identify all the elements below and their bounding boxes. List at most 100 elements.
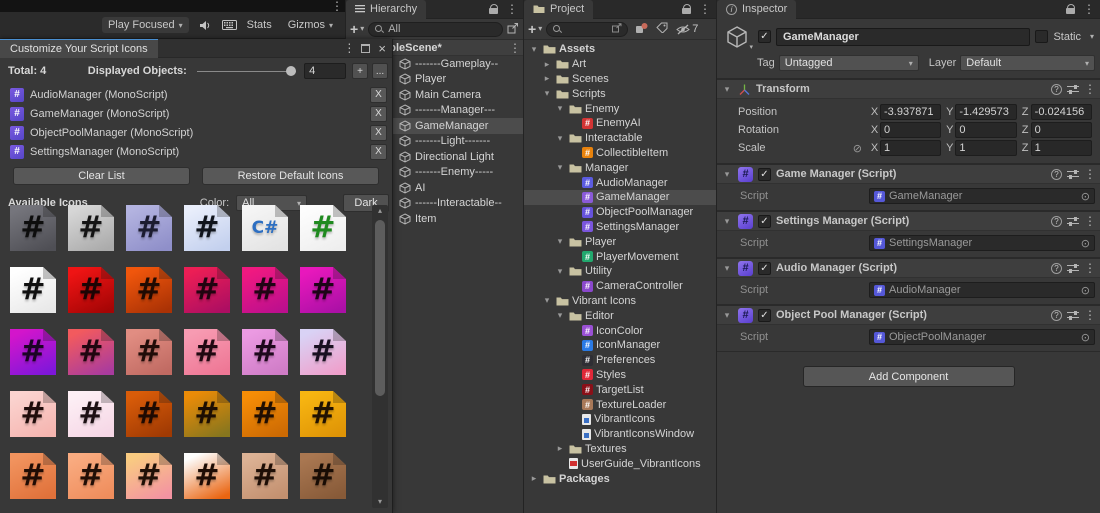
tracked-script-row[interactable]: # ObjectPoolManager (MonoScript) X bbox=[0, 123, 392, 142]
project-item[interactable]: # ObjectPoolManager bbox=[524, 205, 716, 220]
project-item[interactable]: UserGuide_VibrantIcons bbox=[524, 456, 716, 471]
vector-field-y[interactable]: -1.429573 bbox=[955, 104, 1017, 120]
script-icon-tile[interactable]: # bbox=[242, 391, 288, 437]
script-icon-tile[interactable]: # bbox=[68, 205, 114, 251]
component-menu-icon[interactable] bbox=[1084, 215, 1094, 227]
object-picker-icon[interactable] bbox=[1081, 284, 1090, 297]
project-item[interactable]: ▸ Art bbox=[524, 57, 716, 72]
hierarchy-search-input[interactable]: All bbox=[368, 21, 503, 37]
add-component-button[interactable]: Add Component bbox=[802, 366, 1015, 387]
help-icon[interactable] bbox=[1051, 262, 1062, 274]
restore-default-icons-button[interactable]: Restore Default Icons bbox=[202, 167, 379, 185]
foldout-arrow[interactable]: ▾ bbox=[554, 310, 566, 321]
object-picker-icon[interactable] bbox=[1081, 237, 1090, 250]
script-icon-tile[interactable]: # bbox=[184, 329, 230, 375]
search-by-label-icon[interactable] bbox=[656, 22, 668, 36]
project-item[interactable]: # TextureLoader bbox=[524, 397, 716, 412]
foldout-arrow[interactable]: ▸ bbox=[528, 473, 540, 484]
preset-icon[interactable] bbox=[1067, 169, 1079, 179]
lock-icon[interactable] bbox=[1065, 3, 1076, 15]
script-object-field[interactable]: # GameManager bbox=[869, 188, 1095, 204]
project-item[interactable]: # Styles bbox=[524, 368, 716, 383]
project-item[interactable]: ▾ Scripts bbox=[524, 86, 716, 101]
icon-grid-scrollbar[interactable]: ▴ ▾ bbox=[372, 205, 388, 508]
project-item[interactable]: # AudioManager bbox=[524, 175, 716, 190]
script-icon-tile[interactable]: # bbox=[10, 205, 56, 251]
gameobject-name-field[interactable]: GameManager bbox=[776, 27, 1031, 46]
foldout-arrow[interactable]: ▾ bbox=[721, 169, 733, 180]
clear-list-button[interactable]: Clear List bbox=[13, 167, 190, 185]
project-search-input[interactable] bbox=[546, 21, 629, 37]
script-icon-tile[interactable]: # bbox=[126, 391, 172, 437]
component-menu-icon[interactable] bbox=[1084, 262, 1094, 274]
script-icon-tile[interactable]: # bbox=[10, 267, 56, 313]
active-checkbox[interactable] bbox=[758, 30, 771, 43]
slider-handle[interactable] bbox=[286, 66, 297, 76]
script-icon-tile[interactable]: # bbox=[126, 453, 172, 499]
static-dropdown-icon[interactable] bbox=[1090, 32, 1094, 41]
keyboard-icon[interactable] bbox=[221, 20, 237, 30]
lock-icon[interactable] bbox=[681, 3, 692, 15]
project-item[interactable]: ▸ Packages bbox=[524, 471, 716, 486]
script-icon-tile[interactable]: # bbox=[126, 329, 172, 375]
project-item[interactable]: ▾ Manager bbox=[524, 160, 716, 175]
mute-audio-icon[interactable] bbox=[199, 20, 212, 31]
hidden-count-toggle[interactable]: 7 bbox=[676, 23, 698, 35]
remove-script-button[interactable]: X bbox=[370, 105, 387, 122]
vector-field-z[interactable]: 1 bbox=[1030, 140, 1092, 156]
component-enabled-checkbox[interactable] bbox=[758, 167, 771, 181]
preset-icon[interactable] bbox=[1067, 216, 1079, 226]
script-icon-tile[interactable]: # bbox=[68, 453, 114, 499]
tab-hierarchy[interactable]: Hierarchy bbox=[346, 0, 427, 19]
search-by-type-icon[interactable] bbox=[635, 22, 648, 37]
foldout-arrow[interactable]: ▾ bbox=[554, 266, 566, 277]
play-focused-dropdown[interactable]: Play Focused bbox=[101, 17, 189, 33]
script-icon-tile[interactable]: C# bbox=[242, 205, 288, 251]
tab-project[interactable]: Project bbox=[524, 0, 594, 19]
add-object-button[interactable]: + bbox=[350, 22, 364, 36]
project-item[interactable]: ▾ Interactable bbox=[524, 131, 716, 146]
script-icon-tile[interactable]: # bbox=[184, 391, 230, 437]
component-enabled-checkbox[interactable] bbox=[758, 214, 771, 228]
vector-field-y[interactable]: 0 bbox=[955, 122, 1017, 138]
preset-icon[interactable] bbox=[1067, 263, 1079, 273]
script-icon-tile[interactable]: # bbox=[242, 329, 288, 375]
project-item[interactable]: # TargetList bbox=[524, 382, 716, 397]
scene-menu-icon[interactable] bbox=[509, 42, 519, 54]
project-item[interactable]: # PlayerMovement bbox=[524, 249, 716, 264]
close-icon[interactable] bbox=[378, 42, 386, 55]
project-item[interactable]: # IconColor bbox=[524, 323, 716, 338]
window-menu-icon[interactable] bbox=[343, 42, 353, 54]
scroll-down-icon[interactable]: ▾ bbox=[372, 496, 388, 508]
preset-icon[interactable] bbox=[1067, 310, 1079, 320]
script-icon-tile[interactable]: # bbox=[300, 391, 346, 437]
panel-menu-icon[interactable] bbox=[1083, 3, 1093, 15]
project-item[interactable]: # EnemyAI bbox=[524, 116, 716, 131]
displayed-objects-value[interactable]: 4 bbox=[304, 63, 347, 79]
script-icon-tile[interactable]: # bbox=[184, 205, 230, 251]
game-view-menu-icon[interactable] bbox=[331, 0, 341, 12]
help-icon[interactable] bbox=[1051, 309, 1062, 321]
foldout-arrow[interactable]: ▾ bbox=[554, 103, 566, 114]
component-header[interactable]: ▾ # Game Manager (Script) bbox=[717, 164, 1100, 184]
script-icon-tile[interactable]: # bbox=[10, 391, 56, 437]
maximize-icon[interactable] bbox=[361, 43, 371, 53]
add-script-button[interactable]: + bbox=[352, 63, 369, 79]
foldout-arrow[interactable]: ▸ bbox=[541, 73, 553, 84]
object-picker-icon[interactable] bbox=[1081, 190, 1090, 203]
object-picker-icon[interactable] bbox=[1081, 331, 1090, 344]
gameobject-icon[interactable]: ▾ bbox=[723, 24, 753, 51]
script-icon-tile[interactable]: # bbox=[242, 453, 288, 499]
component-menu-icon[interactable] bbox=[1084, 309, 1094, 321]
script-icon-tile[interactable]: # bbox=[10, 329, 56, 375]
script-icon-tile[interactable]: # bbox=[300, 453, 346, 499]
project-item[interactable]: # IconManager bbox=[524, 338, 716, 353]
foldout-arrow[interactable]: ▾ bbox=[541, 88, 553, 99]
component-header[interactable]: ▾ # Settings Manager (Script) bbox=[717, 211, 1100, 231]
project-item[interactable]: ▾ Editor bbox=[524, 308, 716, 323]
remove-script-button[interactable]: X bbox=[370, 86, 387, 103]
script-icons-tab[interactable]: Customize Your Script Icons bbox=[0, 38, 158, 58]
remove-script-button[interactable]: X bbox=[370, 124, 387, 141]
foldout-arrow[interactable]: ▾ bbox=[554, 162, 566, 173]
help-icon[interactable] bbox=[1051, 215, 1062, 227]
